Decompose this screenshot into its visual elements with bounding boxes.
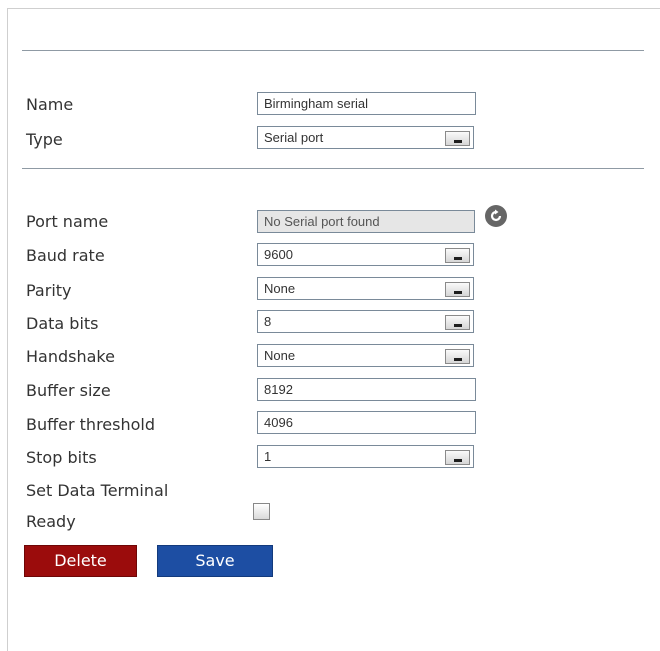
- chevron-down-icon: [445, 131, 470, 146]
- chevron-down-icon: [445, 315, 470, 330]
- data-bits-value: 8: [264, 314, 272, 329]
- handshake-value: None: [264, 348, 296, 363]
- buffer-threshold-input[interactable]: 4096: [257, 411, 476, 434]
- data-bits-select[interactable]: 8: [257, 310, 474, 333]
- parity-select[interactable]: None: [257, 277, 474, 300]
- top-divider: [22, 50, 644, 51]
- refresh-glyph: [490, 209, 502, 222]
- chevron-down-icon: [445, 248, 470, 263]
- parity-value: None: [264, 281, 296, 296]
- name-input[interactable]: Birmingham serial: [257, 92, 476, 115]
- handshake-select[interactable]: None: [257, 344, 474, 367]
- chevron-down-icon: [445, 450, 470, 465]
- buffer-size-label: Buffer size: [26, 381, 111, 400]
- set-dtr-label-line2: Ready: [26, 512, 76, 531]
- save-button[interactable]: Save: [157, 545, 273, 577]
- type-label: Type: [26, 130, 63, 149]
- chevron-down-icon: [445, 282, 470, 297]
- baud-rate-select[interactable]: 9600: [257, 243, 474, 266]
- baud-rate-value: 9600: [264, 247, 293, 262]
- port-name-field: No Serial port found: [257, 210, 475, 233]
- stop-bits-select[interactable]: 1: [257, 445, 474, 468]
- handshake-label: Handshake: [26, 347, 115, 366]
- buffer-threshold-label: Buffer threshold: [26, 415, 155, 434]
- type-select-value: Serial port: [264, 130, 324, 145]
- port-name-label: Port name: [26, 212, 109, 231]
- refresh-icon[interactable]: [485, 205, 507, 227]
- data-bits-label: Data bits: [26, 314, 99, 333]
- baud-rate-label: Baud rate: [26, 246, 105, 265]
- stop-bits-label: Stop bits: [26, 448, 97, 467]
- section-divider: [22, 168, 644, 169]
- buffer-size-input[interactable]: 8192: [257, 378, 476, 401]
- name-label: Name: [26, 95, 74, 114]
- chevron-down-icon: [445, 349, 470, 364]
- stop-bits-value: 1: [264, 449, 272, 464]
- set-dtr-label-line1: Set Data Terminal: [26, 481, 169, 500]
- delete-button[interactable]: Delete: [24, 545, 137, 577]
- parity-label: Parity: [26, 281, 72, 300]
- type-select[interactable]: Serial port: [257, 126, 474, 149]
- set-dtr-checkbox[interactable]: [253, 503, 270, 520]
